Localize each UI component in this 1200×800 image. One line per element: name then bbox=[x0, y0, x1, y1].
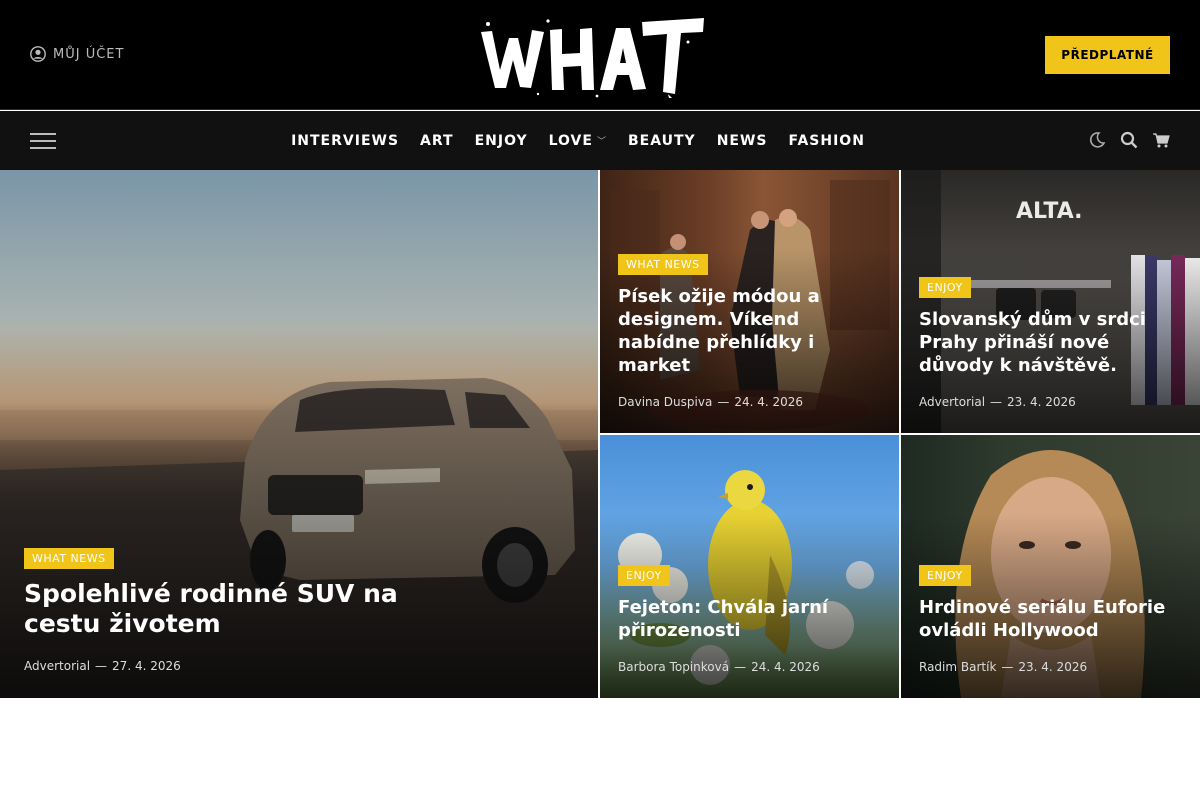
article-author[interactable]: Advertorial bbox=[919, 395, 985, 409]
account-link[interactable]: MŮJ ÚČET bbox=[30, 46, 124, 62]
article-meta: Davina Duspiva —24. 4. 2026 bbox=[618, 395, 804, 409]
category-badge[interactable]: ENJOY bbox=[919, 565, 971, 586]
article-date: 23. 4. 2026 bbox=[1007, 395, 1076, 409]
category-badge[interactable]: WHAT NEWS bbox=[24, 548, 114, 569]
featured-article-main[interactable]: WHAT NEWS Spolehlivé rodinné SUV na cest… bbox=[0, 170, 598, 698]
nav-item-interviews[interactable]: INTERVIEWS bbox=[291, 133, 399, 149]
article-meta: Advertorial —23. 4. 2026 bbox=[919, 395, 1076, 409]
article-date: 24. 4. 2026 bbox=[751, 660, 820, 674]
moon-icon[interactable] bbox=[1088, 131, 1106, 149]
article-title[interactable]: Hrdinové seriálu Euforie ovládli Hollywo… bbox=[919, 596, 1182, 642]
article-date: 27. 4. 2026 bbox=[112, 659, 181, 673]
top-header: MŮJ ÚČET PŘEDPLATNÉ bbox=[0, 0, 1200, 110]
article-date: 24. 4. 2026 bbox=[734, 395, 804, 409]
featured-article-3[interactable]: ENJOY Fejeton: Chvála jarní přirozenosti… bbox=[600, 435, 899, 698]
nav-item-beauty[interactable]: BEAUTY bbox=[628, 133, 696, 149]
nav-item-enjoy[interactable]: ENJOY bbox=[475, 133, 528, 149]
category-badge[interactable]: ENJOY bbox=[618, 565, 670, 586]
nav-menu: INTERVIEWS ART ENJOY LOVE ﹀ BEAUTY NEWS F… bbox=[0, 111, 1156, 170]
featured-article-2[interactable]: ALTA. ENJOY Slovanský dům v srdci Prahy … bbox=[901, 170, 1200, 433]
user-icon bbox=[30, 46, 46, 62]
article-author[interactable]: Radim Bartík bbox=[919, 660, 996, 674]
article-meta: Barbora Topinková —24. 4. 2026 bbox=[618, 660, 820, 674]
category-badge[interactable]: WHAT NEWS bbox=[618, 254, 708, 275]
site-logo[interactable] bbox=[478, 12, 706, 98]
main-nav: INTERVIEWS ART ENJOY LOVE ﹀ BEAUTY NEWS F… bbox=[0, 111, 1200, 170]
chevron-down-icon: ﹀ bbox=[596, 137, 607, 147]
article-author[interactable]: Davina Duspiva bbox=[618, 395, 712, 409]
nav-item-art[interactable]: ART bbox=[420, 133, 454, 149]
article-author[interactable]: Barbora Topinková bbox=[618, 660, 729, 674]
article-date: 23. 4. 2026 bbox=[1018, 660, 1088, 674]
featured-article-4[interactable]: ENJOY Hrdinové seriálu Euforie ovládli H… bbox=[901, 435, 1200, 698]
article-title[interactable]: Spolehlivé rodinné SUV na cestu životem bbox=[24, 579, 418, 639]
cart-icon[interactable] bbox=[1152, 131, 1170, 149]
article-title[interactable]: Písek ožije módou a designem. Víkend nab… bbox=[618, 285, 881, 377]
nav-item-news[interactable]: NEWS bbox=[717, 133, 768, 149]
search-icon[interactable] bbox=[1120, 131, 1138, 149]
nav-item-love[interactable]: LOVE ﹀ bbox=[549, 133, 607, 149]
article-meta: Advertorial —27. 4. 2026 bbox=[24, 659, 181, 673]
article-meta: Radim Bartík —23. 4. 2026 bbox=[919, 660, 1088, 674]
article-title[interactable]: Fejeton: Chvála jarní přirozenosti bbox=[618, 596, 881, 642]
featured-grid: WHAT NEWS Spolehlivé rodinné SUV na cest… bbox=[0, 170, 1200, 698]
account-label: MŮJ ÚČET bbox=[53, 46, 125, 62]
subscribe-button[interactable]: PŘEDPLATNÉ bbox=[1045, 36, 1170, 74]
category-badge[interactable]: ENJOY bbox=[919, 277, 971, 298]
nav-item-fashion[interactable]: FASHION bbox=[789, 133, 865, 149]
article-title[interactable]: Slovanský dům v srdci Prahy přináší nové… bbox=[919, 308, 1182, 377]
article-author[interactable]: Advertorial bbox=[24, 659, 90, 673]
featured-article-1[interactable]: WHAT NEWS Písek ožije módou a designem. … bbox=[600, 170, 899, 433]
